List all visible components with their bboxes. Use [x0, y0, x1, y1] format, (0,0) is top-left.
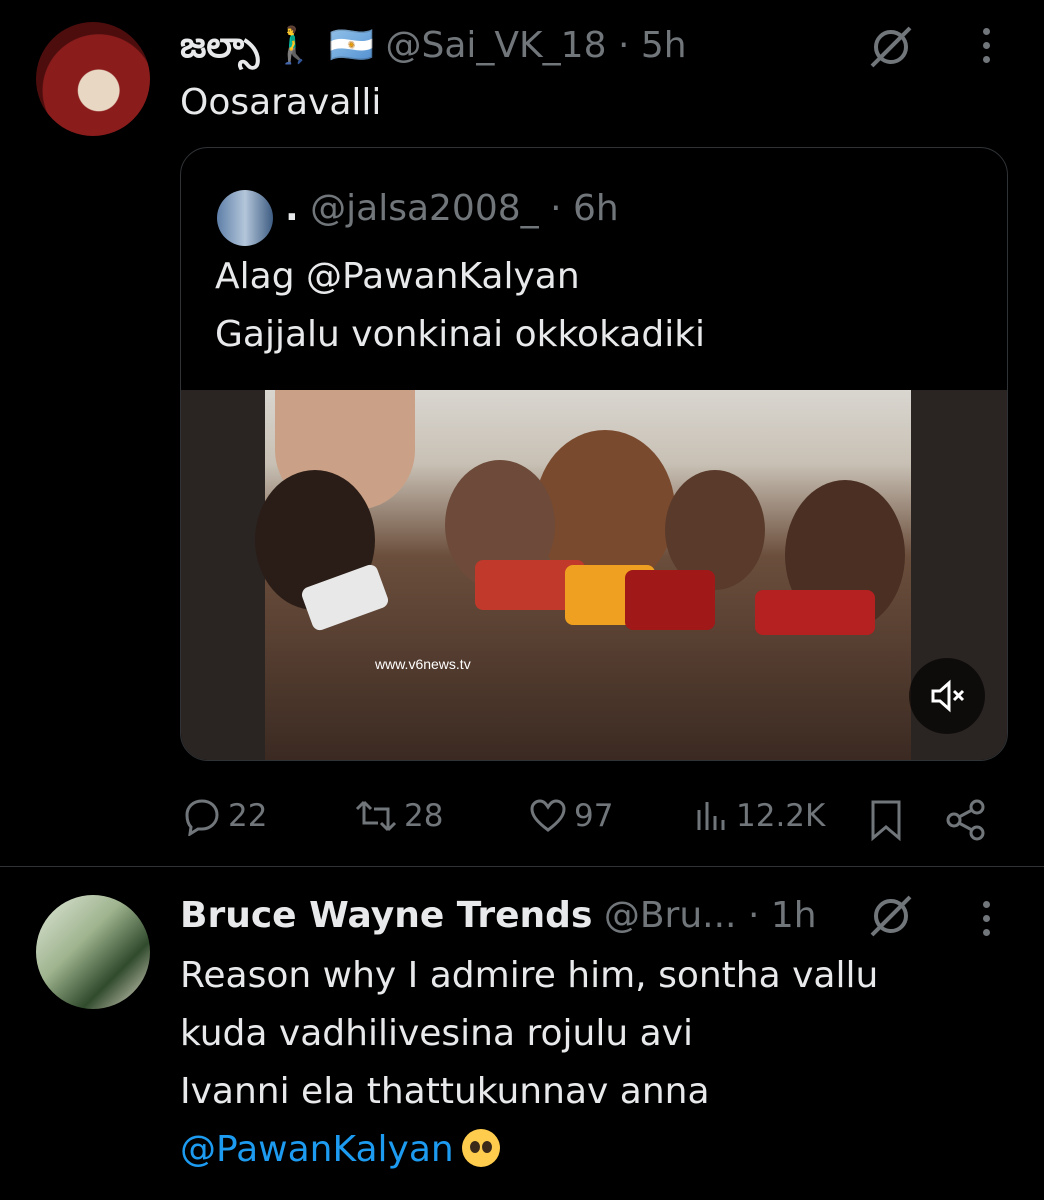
tweet-header: Bruce Wayne Trends @Bru... · 1h [180, 895, 817, 936]
quote-text-line-1: Alag @PawanKalyan [215, 256, 580, 297]
handle[interactable]: @Sai_VK_18 [386, 25, 607, 66]
repost-button[interactable]: 28 [354, 796, 443, 836]
grok-icon[interactable] [866, 22, 916, 72]
reply-icon [185, 799, 219, 836]
display-name[interactable]: Bruce Wayne Trends [180, 895, 592, 936]
video-watermark: www.v6news.tv [375, 656, 471, 672]
quoted-tweet[interactable]: . @jalsa2008_ · 6h Alag @PawanKalyan Gaj… [180, 147, 1008, 761]
share-icon[interactable] [944, 798, 988, 842]
tweet-text-line-3: Ivanni ela thattukunnav anna [180, 1071, 710, 1112]
quote-separator: · [550, 188, 562, 229]
analytics-icon [697, 802, 725, 830]
tweet-actions: 22 28 97 12.2K [0, 790, 1044, 846]
tweet-text: Oosaravalli [180, 82, 382, 123]
tweet-1[interactable]: జల్సా 🚶‍♂️ 🇦🇷 @Sai_VK_18 · 5h Oosaravall… [0, 0, 1044, 866]
grok-icon[interactable] [866, 891, 916, 941]
tweet-text-line-2: kuda vadhilivesina rojulu avi [180, 1013, 693, 1054]
tweet-text-line-1: Reason why I admire him, sontha vallu [180, 955, 879, 996]
quote-header: . @jalsa2008_ · 6h [285, 188, 619, 229]
author-avatar[interactable] [36, 22, 150, 136]
quote-handle: @jalsa2008_ [310, 188, 539, 229]
view-count: 12.2K [736, 798, 826, 834]
timestamp[interactable]: 5h [641, 25, 687, 66]
more-options-icon[interactable] [981, 901, 991, 936]
heart-icon [530, 799, 566, 832]
handle[interactable]: @Bru... [604, 895, 737, 936]
repost-count: 28 [404, 798, 444, 834]
timestamp[interactable]: 1h [771, 895, 817, 936]
tweet-2[interactable]: Bruce Wayne Trends @Bru... · 1h Reason w… [0, 867, 1044, 1200]
pleading-face-emoji [461, 1129, 500, 1167]
separator: · [747, 895, 760, 936]
like-count: 97 [574, 798, 614, 834]
video-player[interactable]: www.v6news.tv [181, 390, 1007, 760]
quote-timestamp: 6h [573, 188, 619, 229]
reply-button[interactable]: 22 [182, 796, 267, 836]
separator: · [617, 25, 630, 66]
display-name[interactable]: జల్సా 🚶‍♂️ 🇦🇷 [180, 25, 374, 66]
reply-count: 22 [228, 798, 268, 834]
quote-display-name: . [285, 188, 299, 229]
video-frame: www.v6news.tv [255, 390, 911, 760]
mention-link[interactable]: @PawanKalyan [180, 1129, 454, 1170]
like-button[interactable]: 97 [528, 796, 613, 836]
speaker-muted-icon [931, 679, 965, 713]
bookmark-icon[interactable] [866, 798, 906, 842]
tweet-header: జల్సా 🚶‍♂️ 🇦🇷 @Sai_VK_18 · 5h [180, 24, 687, 75]
tweet-text-line-4: @PawanKalyan [180, 1121, 500, 1179]
views-button[interactable]: 12.2K [694, 796, 825, 836]
unmute-button[interactable] [909, 658, 985, 734]
more-options-icon[interactable] [981, 28, 991, 63]
repost-icon [355, 800, 397, 832]
author-avatar[interactable] [36, 895, 150, 1009]
quote-text-line-2: Gajjalu vonkinai okkokadiki [215, 314, 706, 355]
quote-author-avatar [217, 190, 273, 246]
